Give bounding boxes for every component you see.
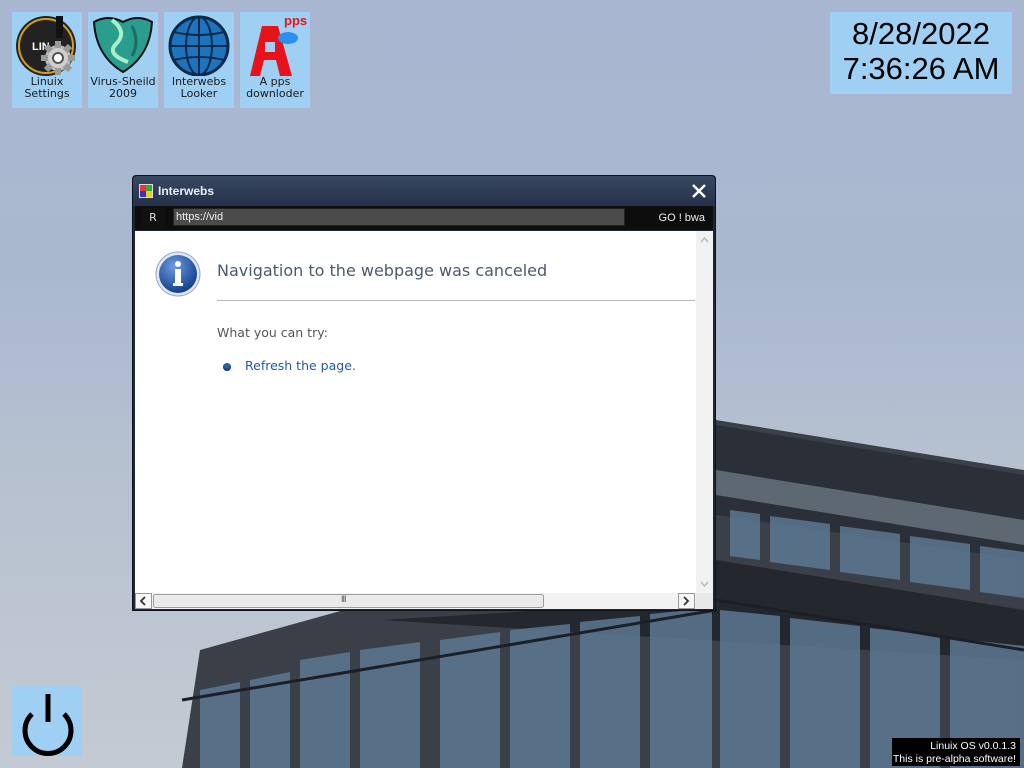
- info-icon: [155, 251, 201, 297]
- window-title: Interwebs: [158, 184, 215, 198]
- version-warning: This is pre-alpha software!: [892, 752, 1016, 765]
- close-icon[interactable]: [689, 181, 709, 201]
- web-content: Navigation to the webpage was canceled W…: [135, 231, 696, 593]
- address-toolbar: R GO ! bwa: [135, 206, 713, 230]
- error-heading: Navigation to the webpage was canceled: [217, 261, 548, 280]
- desktop-icon-interwebs[interactable]: Interwebs Looker: [164, 12, 234, 108]
- version-label: Linuix OS v0.0.1.3 This is pre-alpha sof…: [892, 738, 1020, 766]
- desktop-icon-settings[interactable]: LIN Linuix Settings: [12, 12, 82, 108]
- version-line: Linuix OS v0.0.1.3: [930, 740, 1016, 752]
- clock-time: 7:36:26 AM: [842, 51, 1000, 86]
- scroll-grip: III: [341, 594, 346, 604]
- bullet-icon: [223, 363, 231, 371]
- app-window-icon: [139, 184, 153, 198]
- icon-label: Settings: [24, 87, 70, 100]
- suggestions-label: What you can try:: [217, 325, 328, 340]
- shield-icon: [92, 17, 154, 74]
- go-button[interactable]: GO ! bwa: [633, 208, 709, 228]
- power-button[interactable]: [12, 686, 82, 757]
- apps-badge-text: pps: [284, 13, 307, 28]
- clock-date: 8/28/2022: [852, 16, 990, 51]
- icon-label: downloder: [246, 87, 304, 100]
- icon-label: Looker: [180, 87, 218, 100]
- refresh-button[interactable]: R: [141, 208, 165, 228]
- title-bar[interactable]: Interwebs: [133, 176, 715, 206]
- apps-icon: pps: [250, 13, 307, 76]
- scroll-arrows: [700, 236, 709, 588]
- gear-icon: LIN: [16, 16, 76, 76]
- vertical-scrollbar[interactable]: [696, 231, 713, 593]
- globe-icon: [168, 15, 230, 76]
- horizontal-scrollbar[interactable]: III: [135, 593, 696, 609]
- power-icon: [22, 694, 74, 757]
- clock: 8/28/2022 7:36:26 AM: [830, 12, 1012, 94]
- scroll-corner: [696, 593, 713, 609]
- divider: [217, 300, 695, 301]
- desktop-icon-virus-shield[interactable]: Virus-Sheild 2009: [88, 12, 158, 108]
- desktop-icon-apps-downloader[interactable]: pps A pps downloder: [240, 12, 310, 108]
- url-input[interactable]: [173, 208, 625, 226]
- refresh-page-link[interactable]: Refresh the page.: [245, 358, 356, 373]
- hscroll-track: [135, 593, 695, 609]
- browser-window: Interwebs R GO ! bwa Navigation to the w…: [132, 175, 716, 611]
- icon-label: 2009: [109, 87, 137, 100]
